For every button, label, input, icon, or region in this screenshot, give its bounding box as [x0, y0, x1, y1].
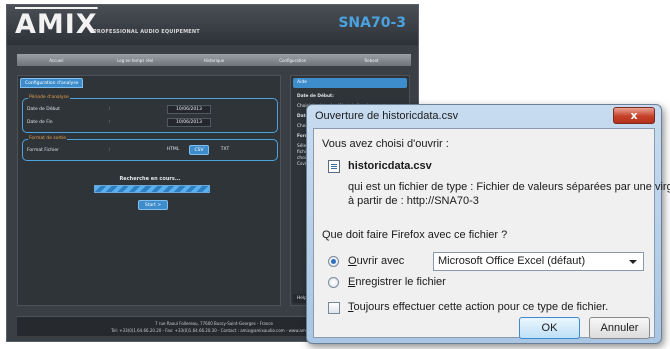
radio-open-with[interactable]	[328, 256, 339, 267]
period-group: Période d'analyse Date de Début : 10/06/…	[22, 95, 278, 133]
file-name: historicdata.csv	[348, 160, 432, 172]
close-button[interactable]: x	[613, 107, 655, 124]
colon: :	[109, 120, 111, 125]
app-header: AMIX PROFESSIONAL AUDIO EQUIPEMENT SNA70…	[7, 5, 418, 45]
chevron-down-icon	[629, 260, 637, 264]
main-nav: Accueil Log en temps réel Historique Con…	[17, 54, 411, 66]
application-selected: Microsoft Office Excel (défaut)	[438, 255, 586, 267]
start-date-label: Date de Début	[27, 107, 60, 112]
open-with-label[interactable]: Ouvrir avec	[348, 255, 404, 267]
ok-button[interactable]: OK	[519, 317, 580, 339]
format-html-button[interactable]: HTML	[163, 145, 183, 155]
source-line: à partir de : http://SNA70-3	[348, 195, 479, 207]
always-text: oujours effectuer cette action pour ce t…	[353, 301, 609, 313]
format-txt-button[interactable]: TXT	[215, 145, 235, 155]
source-prefix: à partir de :	[348, 195, 407, 207]
always-checkbox[interactable]	[328, 302, 340, 314]
action-question: Que doit faire Firefox avec ce fichier ?	[322, 229, 508, 241]
colon: :	[109, 148, 111, 153]
file-type-prefix: qui est un fichier de type :	[348, 181, 477, 193]
close-icon: x	[630, 109, 638, 122]
nav-configuration[interactable]: Configuration	[253, 58, 332, 63]
source-value: http://SNA70-3	[406, 195, 479, 207]
help-heading-start: Date de Début:	[297, 94, 334, 99]
format-csv-button[interactable]: CSV	[189, 145, 209, 155]
output-group: Format de sortie Format Fichier : HTML C…	[22, 136, 278, 161]
analysis-config-panel: Configuration d'analyse Période d'analys…	[17, 75, 281, 306]
open-intro: Vous avez choisi d'ouvrir :	[322, 138, 449, 150]
radio-save-file[interactable]	[328, 277, 339, 288]
open-with-text: uvrir avec	[356, 255, 405, 267]
csv-file-icon	[328, 160, 340, 173]
nav-reboot[interactable]: Reboot	[332, 58, 411, 63]
end-date-label: Date de Fin	[27, 120, 53, 125]
save-file-label[interactable]: Enregistrer le fichier	[348, 276, 446, 288]
start-button[interactable]: Start >	[138, 200, 168, 210]
nav-log-temps-reel[interactable]: Log en temps réel	[96, 58, 175, 63]
progress-fill	[95, 186, 209, 192]
dialog-title: Ouverture de historicdata.csv	[315, 110, 459, 122]
help-tab[interactable]: Aide	[293, 78, 407, 88]
save-file-text: nregistrer le fichier	[355, 276, 446, 288]
file-type-value: Fichier de valeurs séparées par une virg…	[476, 181, 670, 193]
application-select[interactable]: Microsoft Office Excel (défaut)	[433, 252, 644, 271]
search-status: Recherche en cours...	[119, 176, 181, 182]
progress-bar	[94, 185, 210, 193]
nav-historique[interactable]: Historique	[175, 58, 254, 63]
format-label: Format Fichier	[27, 148, 59, 153]
device-model: SNA70-3	[338, 15, 406, 31]
output-group-title: Format de sortie	[28, 136, 68, 141]
tagline: PROFESSIONAL AUDIO EQUIPEMENT	[93, 29, 200, 35]
tab-config-analyse[interactable]: Configuration d'analyse	[20, 78, 84, 88]
colon: :	[109, 107, 111, 112]
download-dialog: Ouverture de historicdata.csv x Vous ave…	[306, 104, 670, 344]
nav-accueil[interactable]: Accueil	[17, 58, 96, 63]
open-with-accesskey: O	[348, 255, 357, 267]
cancel-button[interactable]: Annuler	[589, 317, 650, 339]
always-label[interactable]: Toujours effectuer cette action pour ce …	[348, 301, 608, 313]
period-group-title: Période d'analyse	[28, 95, 70, 100]
end-date-field[interactable]: 10/06/2013	[167, 118, 211, 127]
dialog-body: Vous avez choisi d'ouvrir : historicdata…	[313, 128, 670, 339]
start-date-field[interactable]: 10/06/2013	[167, 105, 211, 114]
amix-logo: AMIX	[15, 9, 98, 40]
file-type-line: qui est un fichier de type : Fichier de …	[348, 181, 670, 193]
